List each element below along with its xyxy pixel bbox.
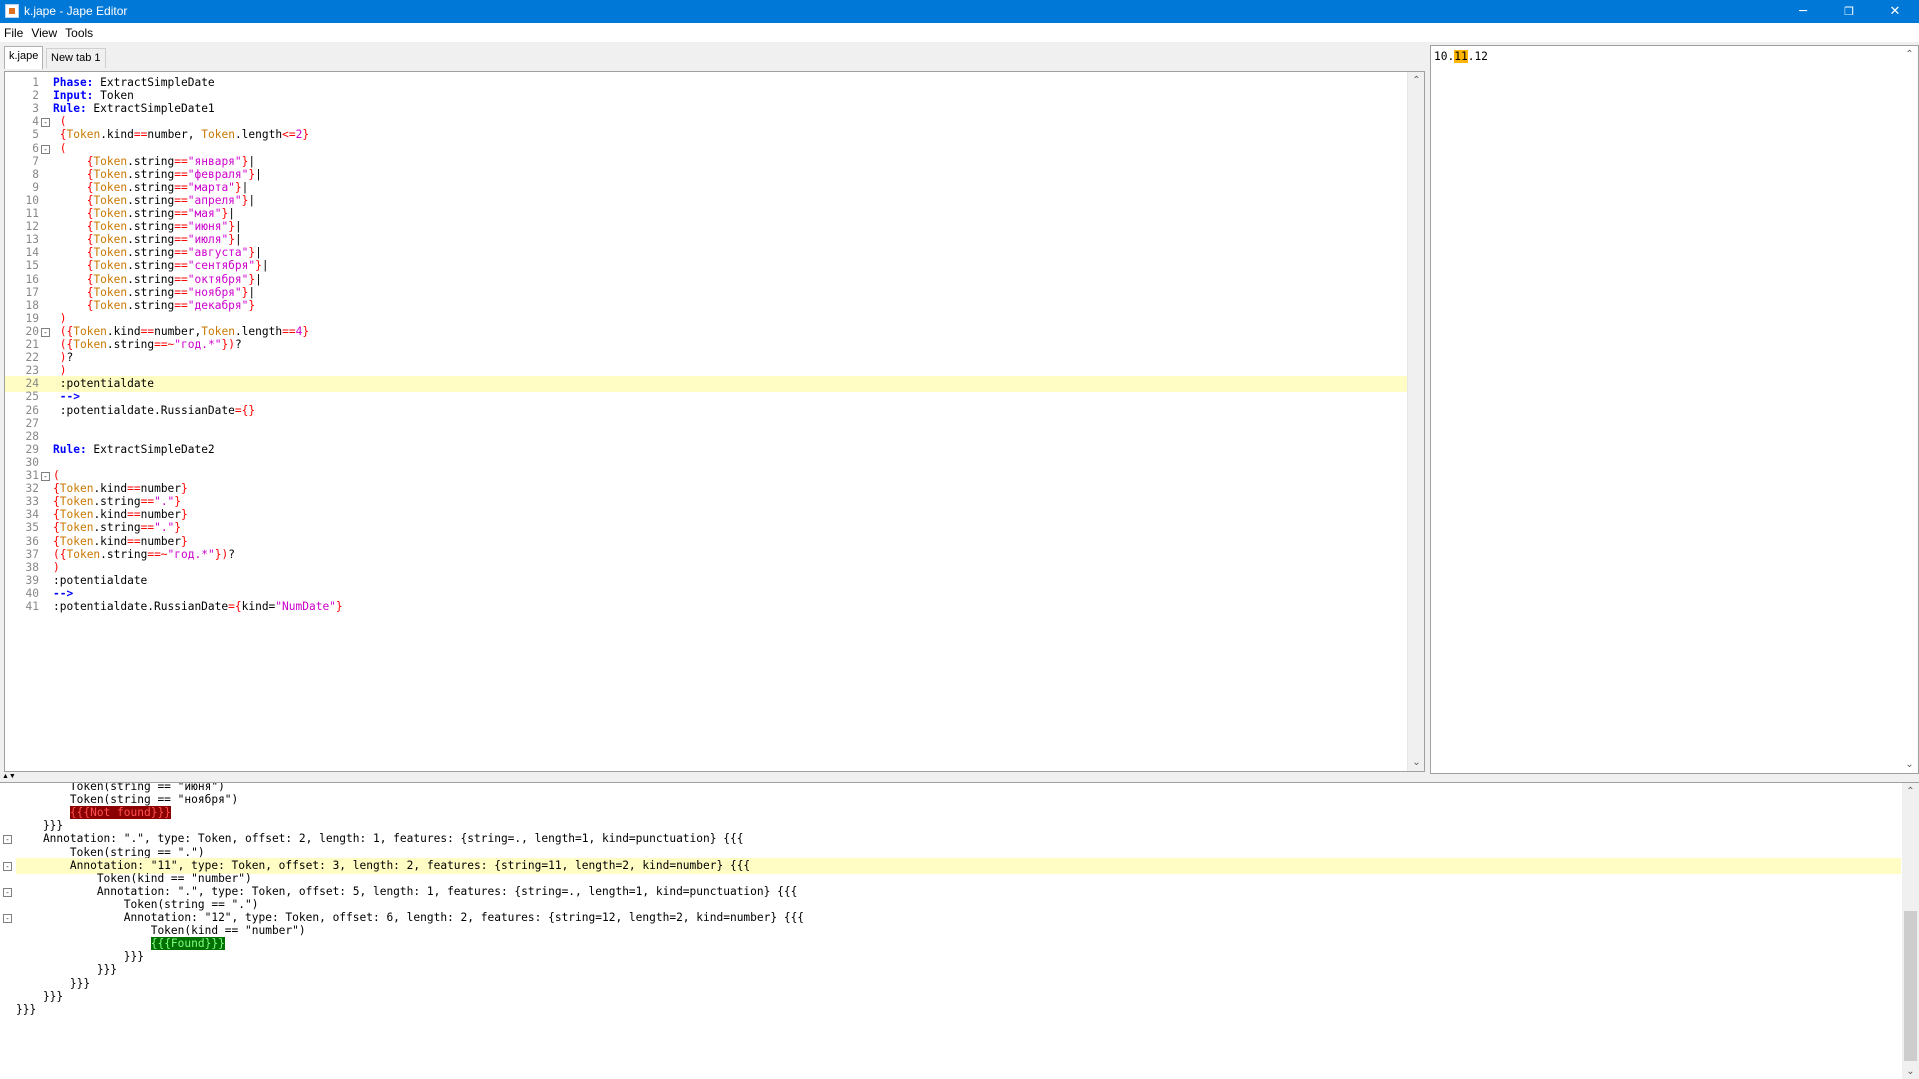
fold-collapse-icon[interactable]: - — [41, 118, 50, 128]
fold-collapse-icon[interactable]: - — [41, 144, 50, 154]
output-vertical-scrollbar[interactable]: ⌃ ⌄ — [1902, 783, 1919, 1079]
tab-new-tab-1[interactable]: New tab 1 — [46, 48, 106, 68]
minimize-button[interactable]: ─ — [1780, 0, 1826, 23]
menu-view[interactable]: View — [27, 23, 61, 43]
tab-strip: k.jape New tab 1 — [0, 44, 1425, 71]
scroll-down-arrow-icon[interactable]: ⌄ — [1408, 754, 1424, 771]
output-scroll-down-icon[interactable]: ⌄ — [1902, 1063, 1919, 1079]
restore-button[interactable]: ❐ — [1826, 0, 1872, 23]
jape-editor-window: k.jape - Jape Editor ─ ❐ ✕ File View Tools… — [0, 0, 1919, 1079]
tab-k-jape[interactable]: k.jape — [4, 46, 44, 69]
input-text-highlight: 11 — [1454, 50, 1468, 63]
menu-bar: File View Tools — [0, 23, 1919, 43]
output-fold-icon[interactable]: - — [3, 835, 12, 845]
input-text-before: 10. — [1434, 50, 1455, 63]
input-text-after: .12 — [1467, 50, 1488, 63]
output-line: }}} — [16, 1002, 37, 1016]
fold-collapse-icon[interactable]: - — [41, 472, 50, 481]
output-scroll-thumb[interactable] — [1904, 911, 1917, 1061]
splitter-arrows-icon[interactable]: ▲▼ — [2, 773, 16, 781]
title-bar[interactable]: k.jape - Jape Editor ─ ❐ ✕ — [0, 0, 1919, 23]
input-text[interactable]: 10.11.12 — [1434, 49, 1488, 65]
fold-collapse-icon[interactable]: - — [41, 327, 50, 337]
input-vertical-scrollbar[interactable]: ⌃ ⌄ — [1901, 46, 1918, 773]
horizontal-splitter[interactable]: ▲▼ — [0, 773, 1919, 782]
match-output-pane[interactable]: Token(string == "июня") Token(string == … — [0, 782, 1919, 1079]
output-scroll-up-icon[interactable]: ⌃ — [1902, 783, 1919, 800]
input-scroll-up-icon[interactable]: ⌃ — [1901, 46, 1918, 63]
editor-vertical-scrollbar[interactable]: ⌃ ⌄ — [1407, 72, 1424, 771]
input-scroll-down-icon[interactable]: ⌄ — [1901, 756, 1918, 773]
line-number: 41 — [25, 600, 39, 613]
code-line[interactable]: 41 :potentialdate.RussianDate={kind="NumD… — [5, 599, 1407, 615]
close-button[interactable]: ✕ — [1872, 0, 1918, 23]
output-fold-icon[interactable]: - — [3, 861, 12, 871]
input-text-pane[interactable]: 10.11.12 ⌃ ⌄ — [1430, 45, 1919, 774]
code-text: :potentialdate.RussianDate={kind="NumDat… — [53, 600, 343, 613]
output-fold-icon[interactable]: - — [3, 887, 12, 897]
window-title: k.jape - Jape Editor — [24, 4, 128, 18]
java-app-icon — [5, 4, 19, 18]
jape-code-editor[interactable]: 1 Phase: ExtractSimpleDate 2 Input: Token 3 R… — [4, 71, 1425, 772]
menu-tools[interactable]: Tools — [61, 23, 97, 43]
menu-file[interactable]: File — [0, 23, 27, 43]
scroll-up-arrow-icon[interactable]: ⌃ — [1408, 72, 1424, 89]
output-fold-icon[interactable]: - — [3, 914, 12, 923]
